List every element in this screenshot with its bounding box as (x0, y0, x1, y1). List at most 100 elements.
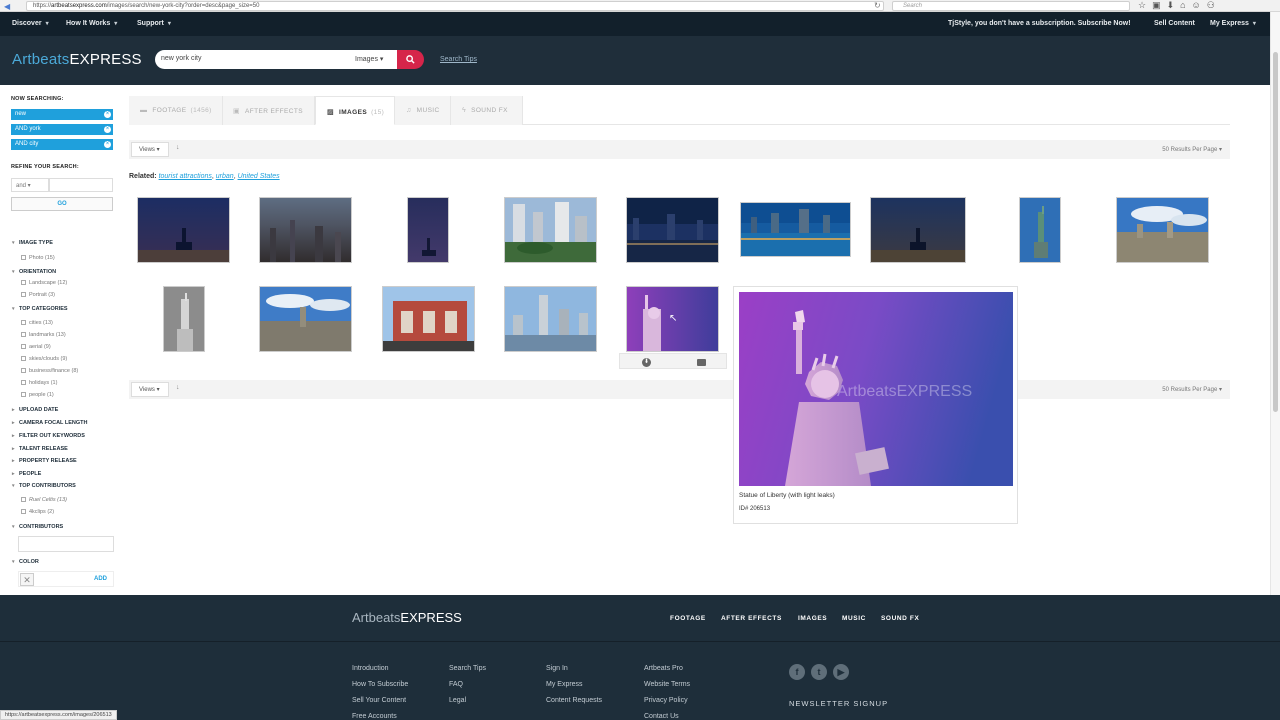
facet-color[interactable]: ▾ COLOR (12, 559, 39, 565)
nav-discover[interactable]: Discover ▾ (12, 20, 49, 27)
filter-option[interactable]: aerial (9) (21, 344, 51, 350)
search-button[interactable] (397, 50, 424, 69)
image-thumbnail[interactable] (382, 286, 475, 352)
footer-link[interactable]: Sell Your Content (352, 697, 406, 704)
filter-option[interactable]: Landscape (12) (21, 280, 67, 286)
sell-content-link[interactable]: Sell Content (1154, 20, 1195, 27)
scrollbar-thumb[interactable] (1273, 52, 1278, 412)
footer-link[interactable]: Search Tips (449, 665, 486, 672)
color-swatch[interactable]: ✕ (20, 573, 34, 586)
folder-icon[interactable] (697, 359, 706, 366)
image-thumbnail[interactable] (163, 286, 205, 352)
image-thumbnail[interactable] (626, 197, 719, 263)
footer-link[interactable]: Introduction (352, 665, 389, 672)
facet-camera-focal-length[interactable]: ▸ CAMERA FOCAL LENGTH (12, 420, 87, 426)
related-link[interactable]: tourist attractions (159, 173, 212, 180)
facet-contributors[interactable]: ▾ CONTRIBUTORS (12, 524, 63, 530)
tab-footage[interactable]: ▬ FOOTAGE (1456) (129, 96, 223, 125)
results-per-page-dropdown[interactable]: 50 Results Per Page ▾ (1162, 386, 1222, 393)
facet-top-categories[interactable]: ▾ TOP CATEGORIES (12, 306, 68, 312)
related-link[interactable]: United States (238, 173, 280, 180)
footer-nav-images[interactable]: IMAGES (798, 615, 827, 622)
footer-link[interactable]: Privacy Policy (644, 697, 688, 704)
search-term-chip[interactable]: AND york × (11, 124, 113, 135)
image-thumbnail[interactable] (504, 197, 597, 263)
footer-logo[interactable]: ArtbeatsEXPRESS (352, 610, 462, 625)
browser-search-input[interactable]: Search (892, 1, 1130, 11)
tab-after-effects[interactable]: ▣ AFTER EFFECTS (223, 96, 315, 125)
my-express-menu[interactable]: My Express ▾ (1210, 20, 1256, 27)
remove-icon[interactable]: × (104, 141, 111, 148)
image-thumbnail[interactable] (870, 197, 966, 263)
site-logo[interactable]: ArtbeatsEXPRESS (12, 51, 142, 68)
image-thumbnail[interactable] (407, 197, 449, 263)
footer-link[interactable]: My Express (546, 681, 583, 688)
preview-image[interactable]: ArtbeatsEXPRESS (739, 292, 1013, 486)
views-dropdown[interactable]: Views ▾ (131, 142, 169, 157)
footer-link[interactable]: Free Accounts (352, 713, 397, 720)
footer-nav-footage[interactable]: FOOTAGE (670, 615, 706, 622)
footer-link[interactable]: Sign In (546, 665, 568, 672)
footer-link[interactable]: Legal (449, 697, 466, 704)
back-icon[interactable]: ◀ (4, 2, 10, 11)
tab-images[interactable]: ▨ IMAGES (15) (315, 96, 395, 125)
remove-icon[interactable]: × (104, 111, 111, 118)
operator-select[interactable]: and ▾ (11, 178, 49, 192)
facet-image-type[interactable]: ▾ IMAGE TYPE (12, 240, 53, 246)
footer-link[interactable]: Content Requests (546, 697, 602, 704)
filter-option[interactable]: holidays (1) (21, 380, 57, 386)
filter-option[interactable]: cities (13) (21, 320, 53, 326)
sort-direction-icon[interactable]: ↓ (176, 144, 180, 151)
facet-property-release[interactable]: ▸ PROPERTY RELEASE (12, 458, 77, 464)
nav-how-it-works[interactable]: How It Works ▾ (66, 20, 117, 27)
nav-support[interactable]: Support ▾ (137, 20, 171, 27)
footer-nav-sound-fx[interactable]: SOUND FX (881, 615, 919, 622)
youtube-icon[interactable]: ▶ (833, 664, 849, 680)
facet-people[interactable]: ▸ PEOPLE (12, 471, 41, 477)
footer-link[interactable]: Contact Us (644, 713, 679, 720)
footer-nav-music[interactable]: MUSIC (842, 615, 866, 622)
contributors-input[interactable] (18, 536, 114, 552)
facet-talent-release[interactable]: ▸ TALENT RELEASE (12, 446, 68, 452)
download-icon[interactable]: ⬇ (642, 358, 651, 367)
remove-icon[interactable]: × (104, 126, 111, 133)
filter-option[interactable]: 4kclips (2) (21, 509, 54, 515)
filter-option[interactable]: Portrait (3) (21, 292, 55, 298)
search-term-chip[interactable]: AND city × (11, 139, 113, 150)
filter-option[interactable]: Ruel Celtis (13) (21, 497, 67, 503)
footer-link[interactable]: Artbeats Pro (644, 665, 683, 672)
footer-link[interactable]: Website Terms (644, 681, 690, 688)
footer-nav-after-effects[interactable]: AFTER EFFECTS (721, 615, 782, 622)
tab-music[interactable]: ♫ MUSIC (395, 96, 451, 125)
facet-filter-keywords[interactable]: ▸ FILTER OUT KEYWORDS (12, 433, 85, 439)
facet-orientation[interactable]: ▾ ORIENTATION (12, 269, 56, 275)
image-thumbnail[interactable] (1019, 197, 1061, 263)
filter-option[interactable]: business/finance (8) (21, 368, 78, 374)
image-thumbnail[interactable] (137, 197, 230, 263)
filter-option[interactable]: people (1) (21, 392, 54, 398)
image-thumbnail[interactable] (259, 286, 352, 352)
related-link[interactable]: urban (216, 173, 234, 180)
reload-icon[interactable]: ↻ (874, 1, 881, 10)
sort-direction-icon[interactable]: ↓ (176, 384, 180, 391)
image-thumbnail[interactable] (1116, 197, 1209, 263)
refine-input[interactable] (49, 178, 113, 192)
search-input[interactable]: new york city Images ▾ (155, 50, 397, 69)
image-thumbnail[interactable] (504, 286, 597, 352)
browser-toolbar-icons[interactable]: ☆▣⬇⌂☺⚇ (1138, 0, 1221, 11)
subscribe-promo-link[interactable]: TjStyle, you don't have a subscription. … (948, 20, 1131, 27)
search-term-chip[interactable]: new × (11, 109, 113, 120)
filter-option[interactable]: Photo (15) (21, 255, 55, 261)
footer-link[interactable]: How To Subscribe (352, 681, 408, 688)
tab-sound-fx[interactable]: ϟ SOUND FX (451, 96, 523, 125)
facebook-icon[interactable]: f (789, 664, 805, 680)
filter-option[interactable]: landmarks (13) (21, 332, 66, 338)
image-thumbnail[interactable] (740, 202, 851, 257)
twitter-icon[interactable]: t (811, 664, 827, 680)
add-color-button[interactable]: ADD (94, 576, 107, 582)
facet-top-contributors[interactable]: ▾ TOP CONTRIBUTORS (12, 483, 76, 489)
footer-link[interactable]: FAQ (449, 681, 463, 688)
page-scrollbar[interactable] (1270, 12, 1280, 595)
views-dropdown[interactable]: Views ▾ (131, 382, 169, 397)
filter-option[interactable]: skies/clouds (9) (21, 356, 67, 362)
